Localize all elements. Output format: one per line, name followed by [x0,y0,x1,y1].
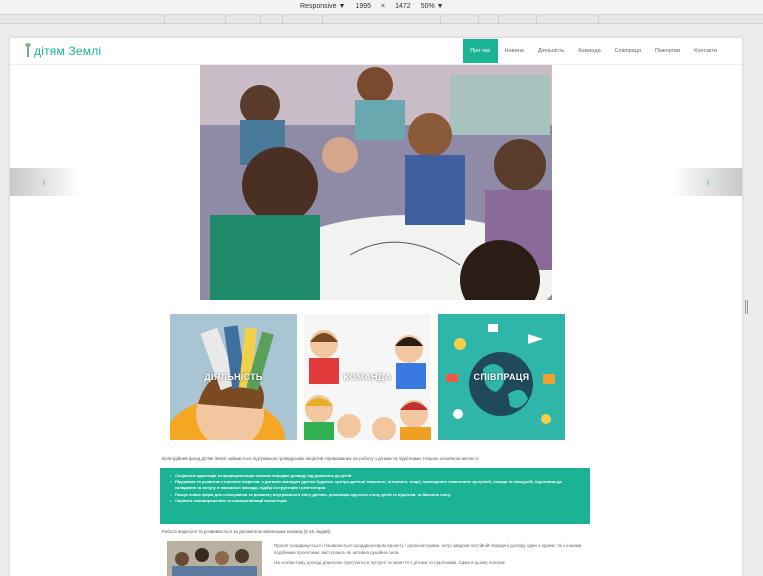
site-header: дітям Землі Про нас Новини Діяльність Ко… [10,38,742,65]
media-query-ruler[interactable] [0,15,763,24]
logo-tree-icon [24,43,32,59]
zoom-select[interactable]: 50% ▼ [421,3,444,10]
logo-text: дітям Землі [34,44,102,58]
teams-paragraph: Робота ведеться та розвивається за допом… [162,529,332,534]
goal-item: Підтримка та розвиток сторонніх ініціати… [170,479,580,491]
tile-cooperation[interactable]: СПІВПРАЦЯ [438,314,565,440]
nav-about[interactable]: Про нас [463,39,498,63]
nav-cooperation[interactable]: Співпраця [608,39,648,63]
main-nav: Про нас Новини Діяльність Команда Співпр… [463,39,724,63]
viewport-resize-handle[interactable] [745,300,748,314]
device-select[interactable]: Responsive ▼ [300,3,345,10]
goals-list: Соціальна адаптація та профорієнтація шл… [170,473,580,504]
image-slider: ‹ › [10,65,742,300]
tile-team[interactable]: КОМАНДА [304,314,431,440]
nav-news[interactable]: Новини [498,39,531,63]
team-photo [167,541,262,576]
website-viewport: дітям Землі Про нас Новини Діяльність Ко… [10,38,742,576]
viewport-height-input[interactable]: 1472 [395,3,411,10]
nav-activity[interactable]: Діяльність [531,39,571,63]
tile-activity[interactable]: ДІЯЛЬНІСТЬ [170,314,297,440]
feature-tiles: ДІЯЛЬНІСТЬ КОМАНДА СПІВПРАЦЯ [170,314,565,440]
nav-team[interactable]: Команда [571,39,607,63]
tile-activity-label: ДІЯЛЬНІСТЬ [204,372,263,382]
nav-donations[interactable]: Пожертви [648,39,687,63]
chevron-left-icon: ‹ [42,173,47,189]
tile-cooperation-label: СПІВПРАЦЯ [473,372,530,382]
slider-prev-button[interactable]: ‹ [10,168,80,196]
nav-contacts[interactable]: Контакти [687,39,724,63]
description-paragraph: Проект координується і поширюється коорд… [274,543,582,555]
description-paragraph: На особистому досвіді дорослих ґрунтують… [274,560,506,565]
goal-item: Сприяти самовираженню та самоорганізації… [170,498,580,504]
intro-paragraph: Благодійний фонд Дітям Землі займається … [162,456,480,461]
slider-next-button[interactable]: › [672,168,742,196]
devtools-device-toolbar: Responsive ▼ 1995 × 1472 50% ▼ [0,0,763,15]
site-logo[interactable]: дітям Землі [24,43,101,59]
tile-team-label: КОМАНДА [343,372,392,382]
viewport-width-input[interactable]: 1995 [355,3,371,10]
goals-box: Соціальна адаптація та профорієнтація шл… [160,468,590,524]
chevron-right-icon: › [705,173,710,189]
slide-photo-children-drawing [200,65,552,300]
project-description: Проект координується і поширюється коорд… [274,543,584,571]
dimension-separator: × [381,3,386,10]
